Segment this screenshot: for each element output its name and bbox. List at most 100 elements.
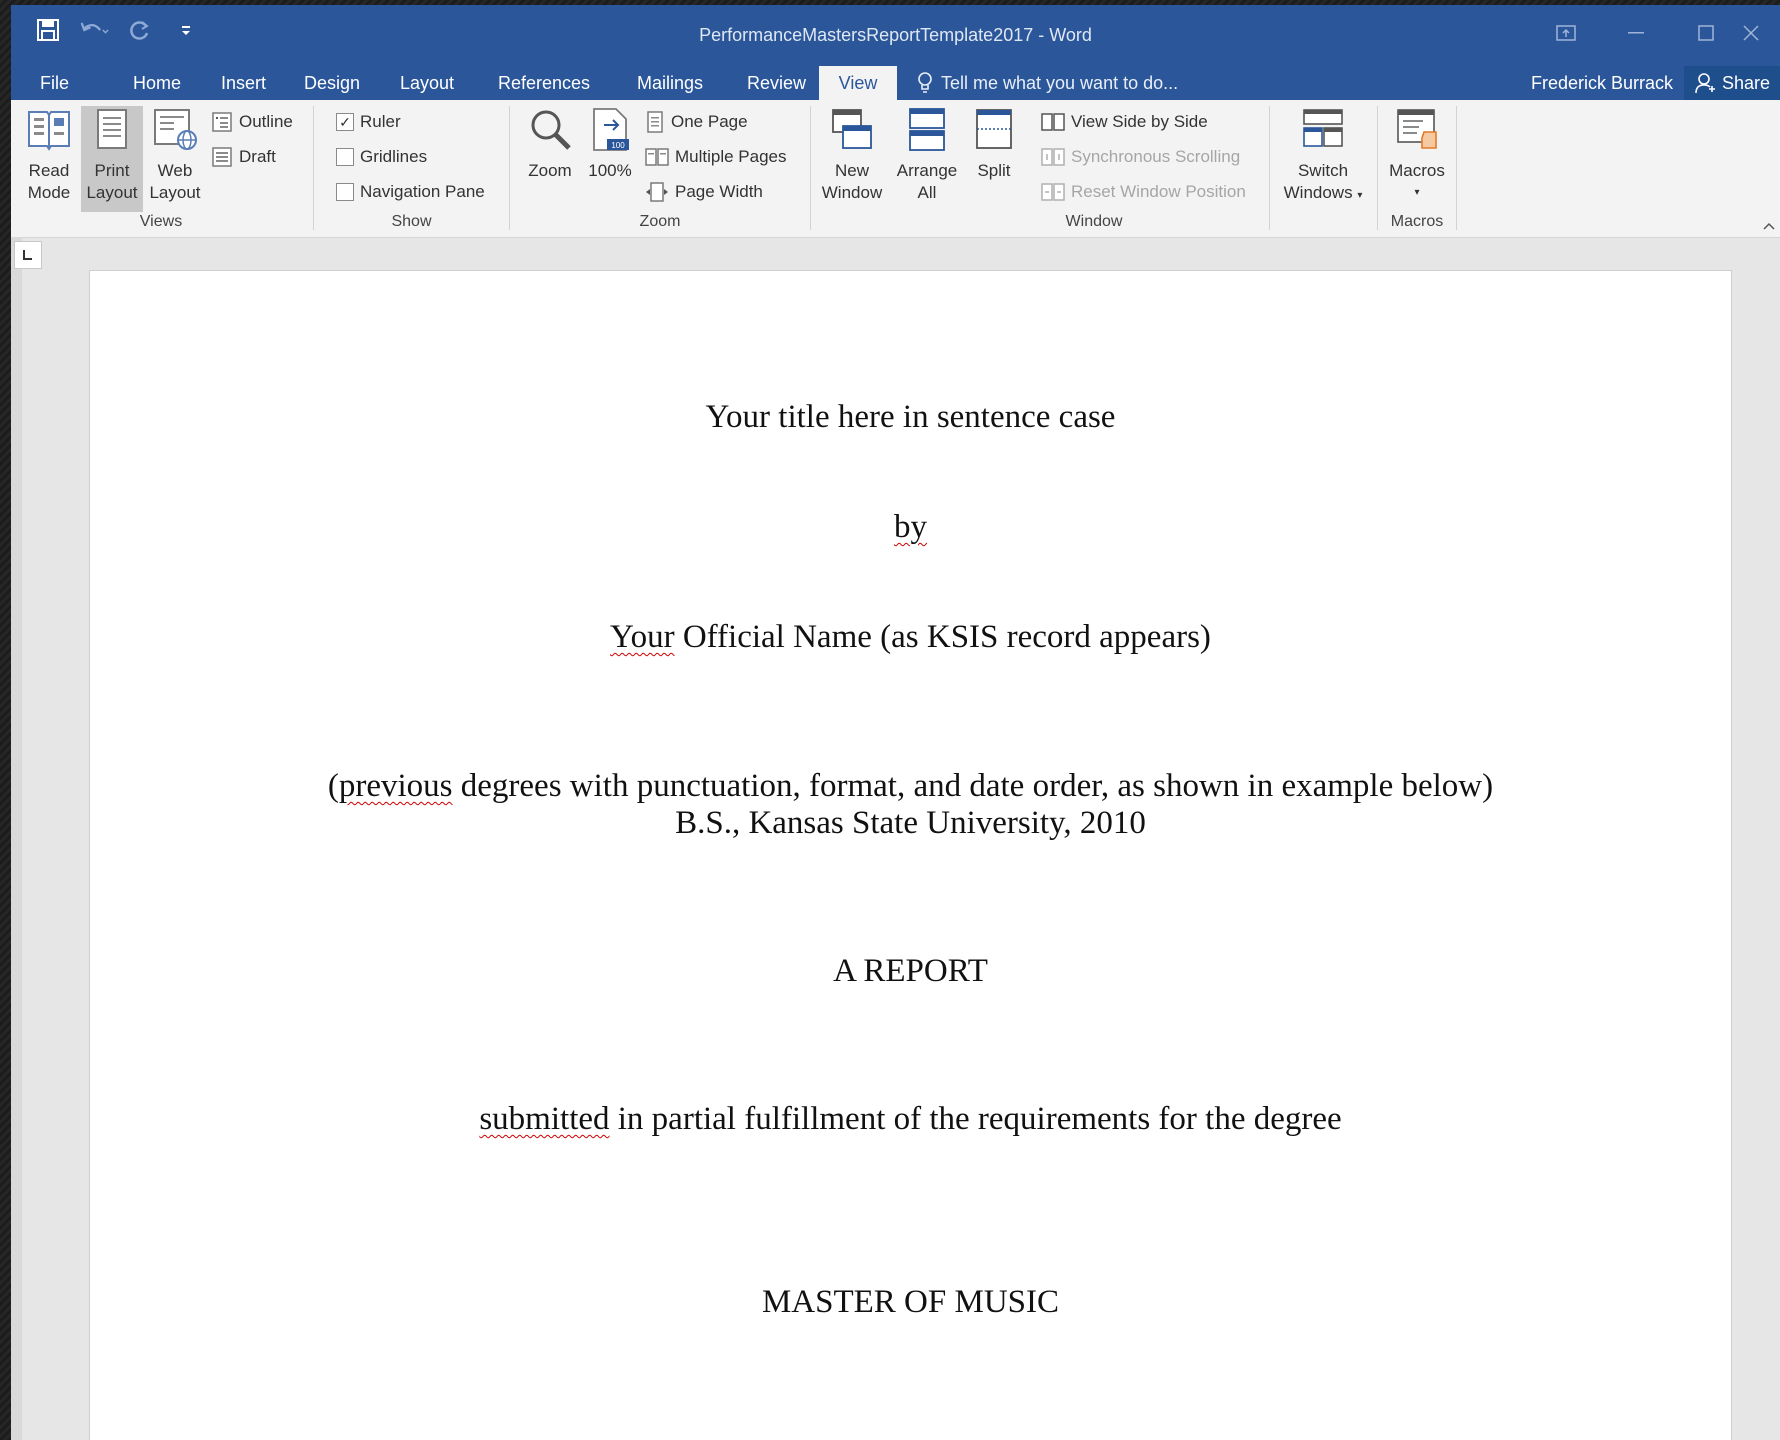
macros-dropdown-icon: ▾	[1414, 187, 1420, 198]
dropdown-arrow-icon: ▾	[1357, 190, 1363, 201]
submitted-rest: in partial fulfillment of the requiremen…	[609, 1101, 1342, 1137]
tab-references[interactable]: References	[488, 66, 600, 100]
multiple-pages-label: Multiple Pages	[675, 147, 787, 166]
ruler-check-icon: ✓	[336, 113, 354, 131]
reset-position-icon	[1041, 183, 1065, 201]
separator	[1269, 106, 1270, 230]
print-layout-label-1: Print	[94, 161, 130, 180]
zoom-button[interactable]: Zoom	[522, 106, 578, 182]
reset-position-label: Reset Window Position	[1071, 182, 1246, 201]
navigation-pane-box	[336, 183, 354, 201]
doc-title: Your title here in sentence case	[705, 399, 1116, 435]
reset-window-position-button[interactable]: Reset Window Position	[1041, 177, 1246, 207]
maximize-icon[interactable]	[1671, 13, 1741, 53]
ribbon-view: Read Mode Print Layout Web Layout Outlin…	[11, 100, 1780, 238]
doc-author-name: Your Official Name (as KSIS record appea…	[90, 619, 1731, 656]
zoom-label: Zoom	[528, 161, 572, 180]
tab-review[interactable]: Review	[737, 66, 816, 100]
new-window-button[interactable]: New Window	[819, 106, 885, 204]
outline-icon	[212, 112, 232, 132]
word-window: PerformanceMastersReportTemplate2017 - W…	[11, 5, 1780, 1440]
tab-view[interactable]: View	[819, 66, 897, 100]
arrange-all-label-2: All	[917, 183, 937, 202]
page-width-label: Page Width	[675, 182, 763, 201]
page-icon	[97, 109, 127, 149]
draft-icon	[212, 147, 232, 167]
collapse-ribbon-icon[interactable]	[1762, 219, 1776, 233]
book-icon	[28, 111, 70, 151]
tell-me-box[interactable]: Tell me what you want to do...	[917, 66, 1178, 100]
new-window-icon	[832, 109, 872, 149]
user-name[interactable]: Frederick Burrack	[1531, 66, 1673, 100]
draft-label: Draft	[239, 147, 276, 166]
synchronous-scrolling-button[interactable]: Synchronous Scrolling	[1041, 142, 1240, 172]
split-button[interactable]: Split	[969, 106, 1019, 182]
split-icon	[976, 109, 1012, 149]
lightbulb-icon	[918, 72, 932, 93]
doc-submitted: submitted in partial fulfillment of the …	[90, 1101, 1731, 1138]
tab-design[interactable]: Design	[294, 66, 370, 100]
outline-label: Outline	[239, 112, 293, 131]
web-layout-label-1: Web	[157, 161, 193, 180]
zoom-100-label: 100%	[588, 161, 632, 180]
doc-by: by	[90, 509, 1731, 546]
tab-mailings[interactable]: Mailings	[627, 66, 713, 100]
zoom-100-button[interactable]: 100 100%	[585, 106, 635, 182]
group-views: Read Mode Print Layout Web Layout Outlin…	[11, 100, 311, 237]
macros-group-label: Macros	[1390, 213, 1444, 230]
ribbon-tab-row: File Home Insert Design Layout Reference…	[11, 66, 1780, 100]
sync-scroll-icon	[1041, 148, 1065, 166]
share-label: Share	[1722, 73, 1771, 93]
split-label: Split	[977, 161, 1011, 180]
tab-home[interactable]: Home	[123, 66, 191, 100]
separator	[1456, 106, 1457, 230]
view-side-by-side-button[interactable]: View Side by Side	[1041, 107, 1208, 137]
read-mode-label-2: Mode	[27, 183, 71, 202]
ribbon-display-options-icon[interactable]	[1531, 13, 1601, 53]
window-title: PerformanceMastersReportTemplate2017 - W…	[699, 25, 1092, 45]
tab-insert[interactable]: Insert	[211, 66, 276, 100]
switch-windows-icon	[1303, 109, 1343, 147]
tab-layout[interactable]: Layout	[390, 66, 464, 100]
doc-previous-degrees-note: (previous degrees with punctuation, form…	[90, 768, 1731, 805]
multiple-pages-button[interactable]: Multiple Pages	[645, 142, 787, 172]
spelling-flag: by	[894, 509, 927, 545]
tab-selector-icon[interactable]	[14, 241, 42, 269]
gridlines-checkbox[interactable]: Gridlines	[336, 142, 427, 172]
tell-me-text: Tell me what you want to do...	[941, 73, 1179, 93]
name-rest: Official Name (as KSIS record appears)	[674, 619, 1211, 655]
zoom-group-label: Zoom	[639, 213, 681, 230]
web-layout-button[interactable]: Web Layout	[145, 106, 205, 204]
navigation-pane-checkbox[interactable]: Navigation Pane	[336, 177, 485, 207]
share-button[interactable]: Share	[1684, 66, 1780, 100]
outline-button[interactable]: Outline	[211, 107, 293, 137]
document-page[interactable]: Your title here in sentence case by Your…	[89, 270, 1732, 1440]
window-controls	[1531, 13, 1780, 53]
macros-button[interactable]: Macros ▾	[1382, 106, 1452, 204]
arrange-all-button[interactable]: Arrange All	[891, 106, 963, 204]
magnifier-icon	[531, 110, 571, 150]
sync-scroll-label: Synchronous Scrolling	[1071, 147, 1241, 166]
read-mode-button[interactable]: Read Mode	[19, 106, 79, 204]
doc-degree-name: MASTER OF MUSIC	[761, 1284, 1060, 1320]
group-show: ✓ Ruler Gridlines Navigation Pane Show	[314, 100, 509, 237]
draft-button[interactable]: Draft	[211, 142, 276, 172]
tab-file[interactable]: File	[30, 66, 79, 100]
group-macros: Macros ▾ Macros	[1378, 100, 1456, 237]
switch-windows-button[interactable]: Switch Windows ▾	[1277, 106, 1369, 207]
doc-degree-example: B.S., Kansas State University, 2010	[675, 805, 1146, 841]
page-width-icon	[646, 182, 668, 202]
show-group-label: Show	[391, 213, 432, 230]
web-page-icon	[154, 109, 197, 150]
minimize-icon[interactable]	[1601, 13, 1671, 53]
print-layout-button[interactable]: Print Layout	[81, 106, 143, 212]
one-page-button[interactable]: One Page	[645, 107, 748, 137]
gridlines-box	[336, 148, 354, 166]
views-group-label: Views	[139, 213, 183, 230]
page-width-button[interactable]: Page Width	[645, 177, 763, 207]
svg-text:100: 100	[611, 141, 625, 150]
hundred-percent-icon: 100	[593, 108, 629, 151]
ruler-checkbox[interactable]: ✓ Ruler	[336, 107, 401, 137]
close-icon[interactable]	[1741, 13, 1780, 53]
web-layout-label-2: Layout	[149, 183, 201, 202]
